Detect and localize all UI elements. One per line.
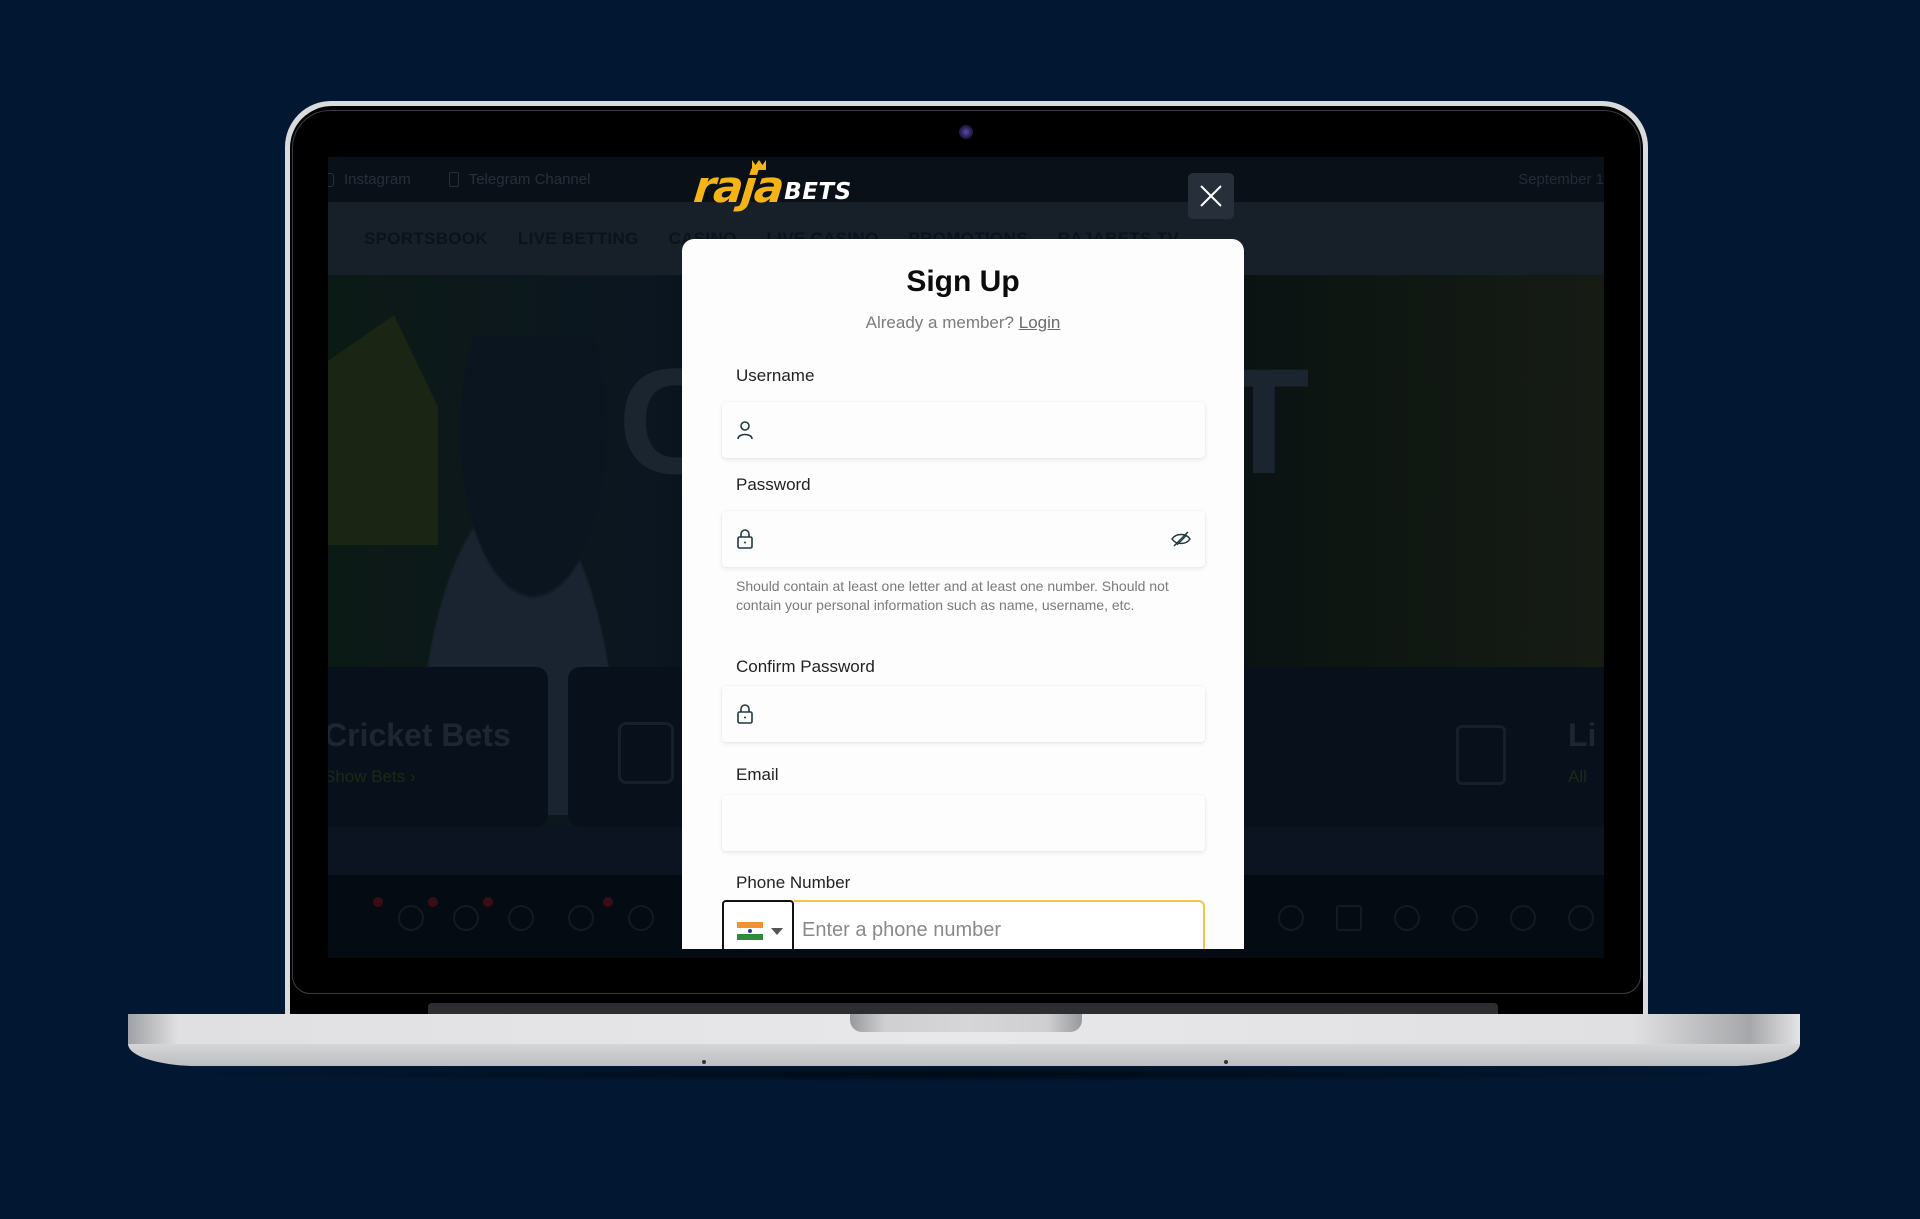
username-label: Username — [736, 366, 815, 385]
top-bar: Instagram Telegram Channel September 1 — [328, 157, 1604, 202]
confirm-password-field[interactable] — [722, 686, 1205, 742]
email-input[interactable] — [736, 795, 1116, 851]
phone-icon — [448, 172, 459, 187]
confirm-password-input[interactable] — [770, 686, 1150, 742]
sport-icon[interactable] — [398, 905, 424, 931]
phone-input-wrapper — [794, 900, 1205, 949]
live-indicator-icon — [603, 897, 613, 907]
laptop-base-lower — [128, 1044, 1800, 1066]
close-icon — [1200, 185, 1222, 207]
close-button[interactable] — [1188, 173, 1234, 219]
user-icon — [737, 421, 753, 440]
email-label: Email — [736, 765, 779, 784]
category-card-cricket[interactable]: Cricket Bets Show Bets › — [328, 667, 548, 827]
live-indicator-icon — [483, 897, 493, 907]
nav-item-live-betting[interactable]: LIVE BETTING — [518, 229, 639, 249]
slot-machine-icon — [1456, 725, 1506, 785]
username-field[interactable] — [722, 402, 1205, 458]
phone-label: Phone Number — [736, 873, 851, 892]
sport-icon[interactable] — [1510, 905, 1536, 931]
username-input[interactable] — [770, 402, 1150, 458]
phone-input[interactable] — [802, 902, 1192, 949]
sport-icon[interactable] — [508, 905, 534, 931]
password-field[interactable] — [722, 511, 1205, 567]
telegram-channel-link[interactable]: Telegram Channel — [448, 171, 590, 188]
password-label: Password — [736, 475, 811, 494]
laptop-shadow — [160, 1066, 1768, 1082]
instagram-link[interactable]: Instagram — [328, 171, 411, 188]
laptop-opening-notch — [850, 1014, 1082, 1032]
lock-icon — [737, 704, 753, 724]
laptop-foot — [1224, 1060, 1228, 1064]
india-flag-icon — [737, 922, 763, 940]
camera-icon — [959, 125, 973, 139]
category-card[interactable] — [568, 667, 698, 827]
rajabets-logo[interactable]: raja BETS — [691, 160, 852, 213]
chevron-down-icon — [771, 928, 783, 935]
password-hint: Should contain at least one letter and a… — [736, 578, 1169, 613]
hockey-icon[interactable] — [1394, 905, 1420, 931]
password-input[interactable] — [770, 511, 1150, 567]
modal-title: Sign Up — [906, 265, 1020, 298]
sport-icon[interactable] — [1568, 905, 1594, 931]
login-link[interactable]: Login — [1019, 313, 1061, 332]
nav-item-sportsbook[interactable]: SPORTSBOOK — [364, 229, 488, 249]
eye-off-icon[interactable] — [1171, 530, 1191, 548]
live-indicator-icon — [428, 897, 438, 907]
country-code-selector[interactable] — [722, 900, 794, 949]
sport-icon[interactable] — [628, 905, 654, 931]
confirm-password-label: Confirm Password — [736, 657, 875, 676]
instagram-icon — [328, 172, 334, 187]
modal-subtitle: Already a member? Login — [865, 313, 1061, 332]
signup-modal: Sign Up Already a member? Login Username… — [682, 239, 1244, 949]
nba-icon[interactable] — [1336, 905, 1362, 931]
email-field[interactable] — [722, 795, 1205, 851]
american-football-icon[interactable] — [1278, 905, 1304, 931]
pool-icon[interactable] — [1452, 905, 1478, 931]
cricket-icon — [618, 722, 674, 784]
show-bets-link[interactable]: Show Bets › — [328, 767, 416, 787]
lock-icon — [737, 529, 753, 549]
category-card-live[interactable]: Li All — [1408, 667, 1604, 827]
laptop-foot — [702, 1060, 706, 1064]
date-display: September 1 — [1518, 171, 1604, 188]
sport-icon[interactable] — [453, 905, 479, 931]
phone-field — [722, 900, 1205, 949]
sport-icon[interactable] — [568, 905, 594, 931]
live-indicator-icon — [373, 897, 383, 907]
